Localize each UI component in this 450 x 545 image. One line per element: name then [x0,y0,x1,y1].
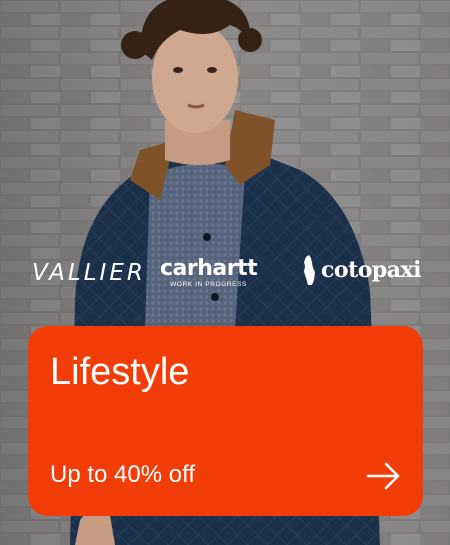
offer-subtitle: Up to 40% off [50,461,195,488]
offer-title: Lifestyle [50,351,190,393]
offer-panel[interactable]: Lifestyle Up to 40% off [28,326,423,516]
carhartt-tagline: WORK IN PROGRESS [170,281,247,288]
vallier-logo: VALLIER [32,260,146,286]
promo-card[interactable]: VALLIER carhartt WORK IN PROGRESS cotopa… [0,0,450,545]
arrow-right-icon[interactable] [366,461,402,491]
carhartt-logo: carhartt WORK IN PROGRESS [160,256,258,289]
cotopaxi-logo: cotopaxi [300,254,422,286]
llama-icon [304,255,315,285]
carhartt-wordmark: carhartt [160,256,258,281]
brand-logos: VALLIER carhartt WORK IN PROGRESS cotopa… [0,250,450,298]
cotopaxi-wordmark: cotopaxi [321,257,422,283]
